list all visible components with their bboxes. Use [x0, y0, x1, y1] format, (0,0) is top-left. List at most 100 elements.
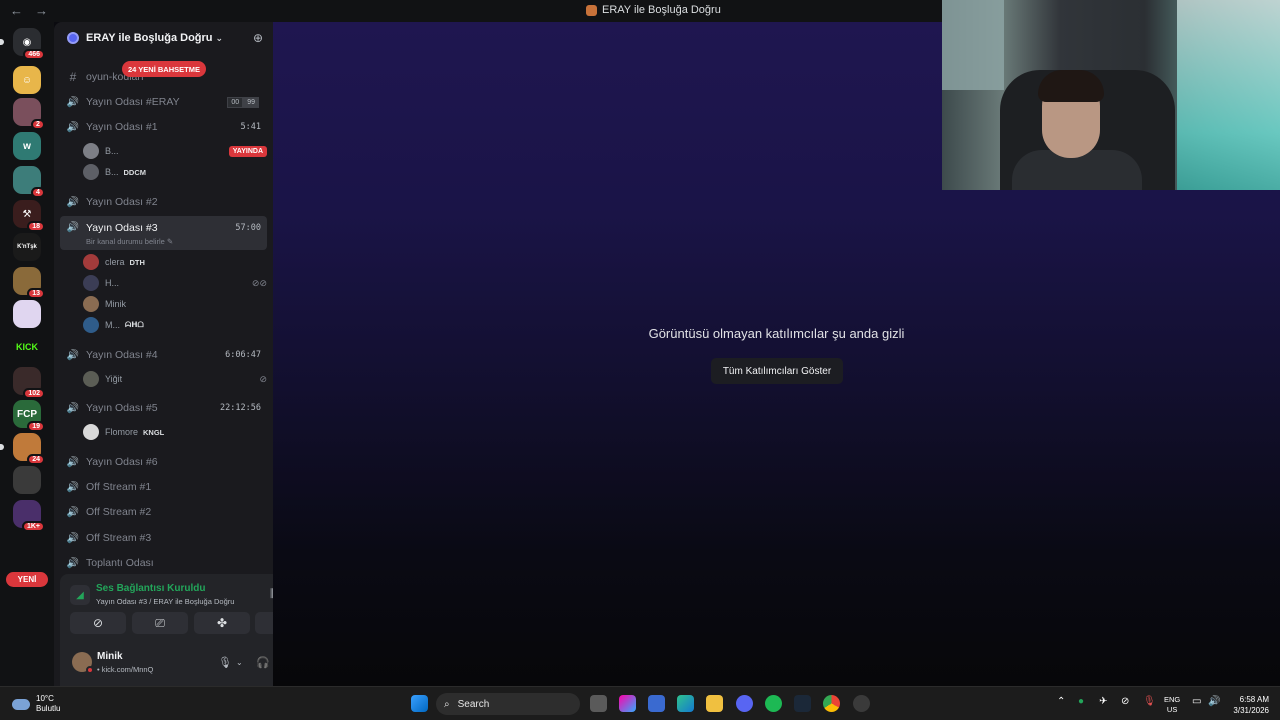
clock-time: 6:58 AM [1239, 695, 1269, 704]
guild-name: ERAY ile Boşluğa Doğru [86, 32, 213, 44]
mention-badge: 4 [31, 187, 45, 198]
invite-people-icon[interactable]: ⊕ [253, 31, 263, 45]
back-arrow-icon[interactable]: ← [10, 3, 23, 18]
channel-off-stream-3[interactable]: 🔊 Off Stream #3 [60, 527, 267, 549]
current-user-name[interactable]: Minik [97, 651, 123, 662]
file-explorer-icon[interactable] [706, 695, 723, 712]
taskbar-search[interactable]: ⌕ Search [436, 693, 580, 715]
steam-icon[interactable] [794, 695, 811, 712]
signal-icon[interactable]: ◢ [70, 585, 90, 605]
channel-toplanti-odasi[interactable]: 🔊 Toplantı Odası [60, 552, 267, 574]
channel-off-stream-2[interactable]: 🔊 Off Stream #2 [60, 501, 267, 523]
new-servers-pill[interactable]: YENİ [6, 572, 48, 587]
speaker-icon: 🔊 [66, 196, 80, 208]
mic-tray-icon[interactable]: 🎙 [1143, 696, 1156, 707]
current-user-status[interactable]: • kick.com/MnnQ [97, 665, 153, 674]
server-icon-server-3[interactable]: 2 [13, 98, 45, 130]
chevron-down-icon[interactable]: ⌄ [236, 658, 243, 667]
user-name: H... [105, 278, 120, 288]
server-icon-server-6[interactable]: ⚒ 18 [13, 200, 45, 232]
server-icon-server-11[interactable]: 102 [13, 367, 45, 399]
channel-label: Toplantı Odası [86, 557, 154, 569]
mention-badge: 2 [31, 119, 45, 130]
mention-badge: 1K+ [21, 521, 45, 532]
channel-yayin-1[interactable]: 🔊 Yayın Odası #1 5:41 [60, 116, 267, 138]
spotify-icon[interactable] [765, 695, 782, 712]
microphone-icon[interactable]: 🎙 [218, 656, 232, 669]
server-icon-discord-home[interactable]: ◉ 466 [13, 28, 45, 60]
language-indicator[interactable]: ENG US [1164, 695, 1180, 715]
camera-off-button[interactable]: ⊘ [70, 612, 126, 634]
store-icon[interactable] [648, 695, 665, 712]
task-view-icon[interactable] [590, 695, 607, 712]
channel-yayin-6[interactable]: 🔊 Yayın Odası #6 [60, 451, 267, 473]
weather-widget[interactable]: 10°C Bulutlu [12, 694, 60, 714]
server-icon-server-5[interactable]: 4 [13, 166, 45, 198]
copilot-icon[interactable] [619, 695, 636, 712]
channel-off-stream-1[interactable]: 🔊 Off Stream #1 [60, 476, 267, 498]
speaker-icon: 🔊 [66, 456, 80, 468]
voice-user[interactable]: M... ᗣᕼᗝ [83, 316, 144, 334]
user-limit: 99 [243, 96, 259, 108]
channel-label: Yayın Odası #6 [86, 456, 158, 468]
steam-tray-icon[interactable]: ✈ [1099, 696, 1107, 707]
channel-status[interactable]: Bir kanal durumu belirle ✎ [86, 237, 173, 246]
user-name: clera [105, 257, 125, 267]
speaker-icon: 🔊 [66, 121, 80, 133]
channel-yayin-5[interactable]: 🔊 Yayın Odası #5 22:12:56 [60, 397, 267, 419]
volume-icon[interactable]: 🔊 [1208, 696, 1220, 707]
server-icon-server-8[interactable]: 13 [13, 267, 45, 299]
channel-label: Yayın Odası #4 [86, 349, 158, 361]
clock[interactable]: 6:58 AM 3/31/2026 [1227, 694, 1269, 716]
server-icon-server-wiki[interactable]: w [13, 132, 41, 160]
weather-condition: Bulutlu [36, 704, 61, 713]
channel-yayin-eray[interactable]: 🔊 Yayın Odası #ERAY 00 99 [60, 91, 267, 113]
voice-status-title[interactable]: Ses Bağlantısı Kuruldu [96, 583, 205, 594]
user-name: Flomore [105, 427, 139, 437]
edge-icon[interactable] [677, 695, 694, 712]
webcam-window-area [942, 0, 1004, 90]
channel-timer: 57:00 [235, 223, 261, 233]
server-icon-server-15[interactable]: 1K+ [13, 500, 45, 532]
server-icon-server-9[interactable] [13, 300, 41, 328]
screen-share-button[interactable]: ⎚ [132, 612, 188, 634]
headphones-icon[interactable]: 🎧 [256, 656, 270, 669]
channel-yayin-3[interactable]: 🔊 Yayın Odası #3 57:00 Bir kanal durumu … [60, 216, 267, 250]
discord-icon[interactable] [736, 695, 753, 712]
server-icon-server-knt[interactable]: K'nTşk [13, 233, 41, 261]
server-icon-server-13[interactable]: 24 [13, 433, 45, 465]
channel-label: Yayın Odası #ERAY [86, 96, 180, 108]
forward-arrow-icon[interactable]: → [35, 3, 48, 18]
obs-icon[interactable] [853, 695, 870, 712]
activities-button[interactable]: ✤ [194, 612, 250, 634]
channel-yayin-4[interactable]: 🔊 Yayın Odası #4 6:06:47 [60, 344, 267, 366]
server-icon-server-2[interactable]: ☺ [13, 66, 41, 94]
voice-user[interactable]: Flomore KNGL [83, 423, 164, 441]
chevron-up-icon[interactable]: ⌃ [1057, 696, 1065, 707]
status-dot-icon[interactable]: ● [1078, 696, 1084, 707]
user-name: Minik [105, 299, 127, 309]
soundboard-button[interactable]: ✺ [255, 612, 273, 634]
display-icon[interactable]: ▭ [1192, 696, 1201, 707]
start-icon[interactable] [411, 695, 428, 712]
server-icon-server-fcp[interactable]: FCP 19 [13, 400, 45, 432]
server-icon-server-kick[interactable]: KICK [13, 333, 41, 361]
new-mentions-pill[interactable]: 24 YENİ BAHSETME [122, 61, 206, 77]
voice-user[interactable]: Minik [83, 295, 126, 313]
guild-header[interactable]: ERAY ile Boşluğa Doğru ⌄ [54, 22, 273, 54]
keyboard-layout: US [1166, 705, 1178, 714]
mention-badge: 102 [23, 388, 45, 399]
chrome-icon[interactable] [823, 695, 840, 712]
voice-user[interactable]: clera DTH [83, 253, 145, 271]
show-all-participants-button[interactable]: Tüm Katılımcıları Göster [711, 358, 843, 384]
windows-taskbar: 10°C Bulutlu ⌕ Search ⌃ ● ✈ ⊘ 🎙 ENG US ▭… [0, 686, 1280, 720]
channel-yayin-2[interactable]: 🔊 Yayın Odası #2 [60, 191, 267, 213]
voice-status-subtitle[interactable]: Yayın Odası #3 / ERAY ile Boşluğa Doğru [96, 597, 234, 606]
voice-user[interactable]: H... [83, 274, 119, 292]
voice-user[interactable]: B... DDCM [83, 163, 146, 181]
network-tray-icon[interactable]: ⊘ [1121, 696, 1129, 707]
voice-user[interactable]: B... [83, 142, 119, 160]
server-icon-server-14[interactable] [13, 466, 41, 494]
voice-user[interactable]: Yiğit [83, 370, 122, 388]
mention-badge: 18 [27, 221, 45, 232]
